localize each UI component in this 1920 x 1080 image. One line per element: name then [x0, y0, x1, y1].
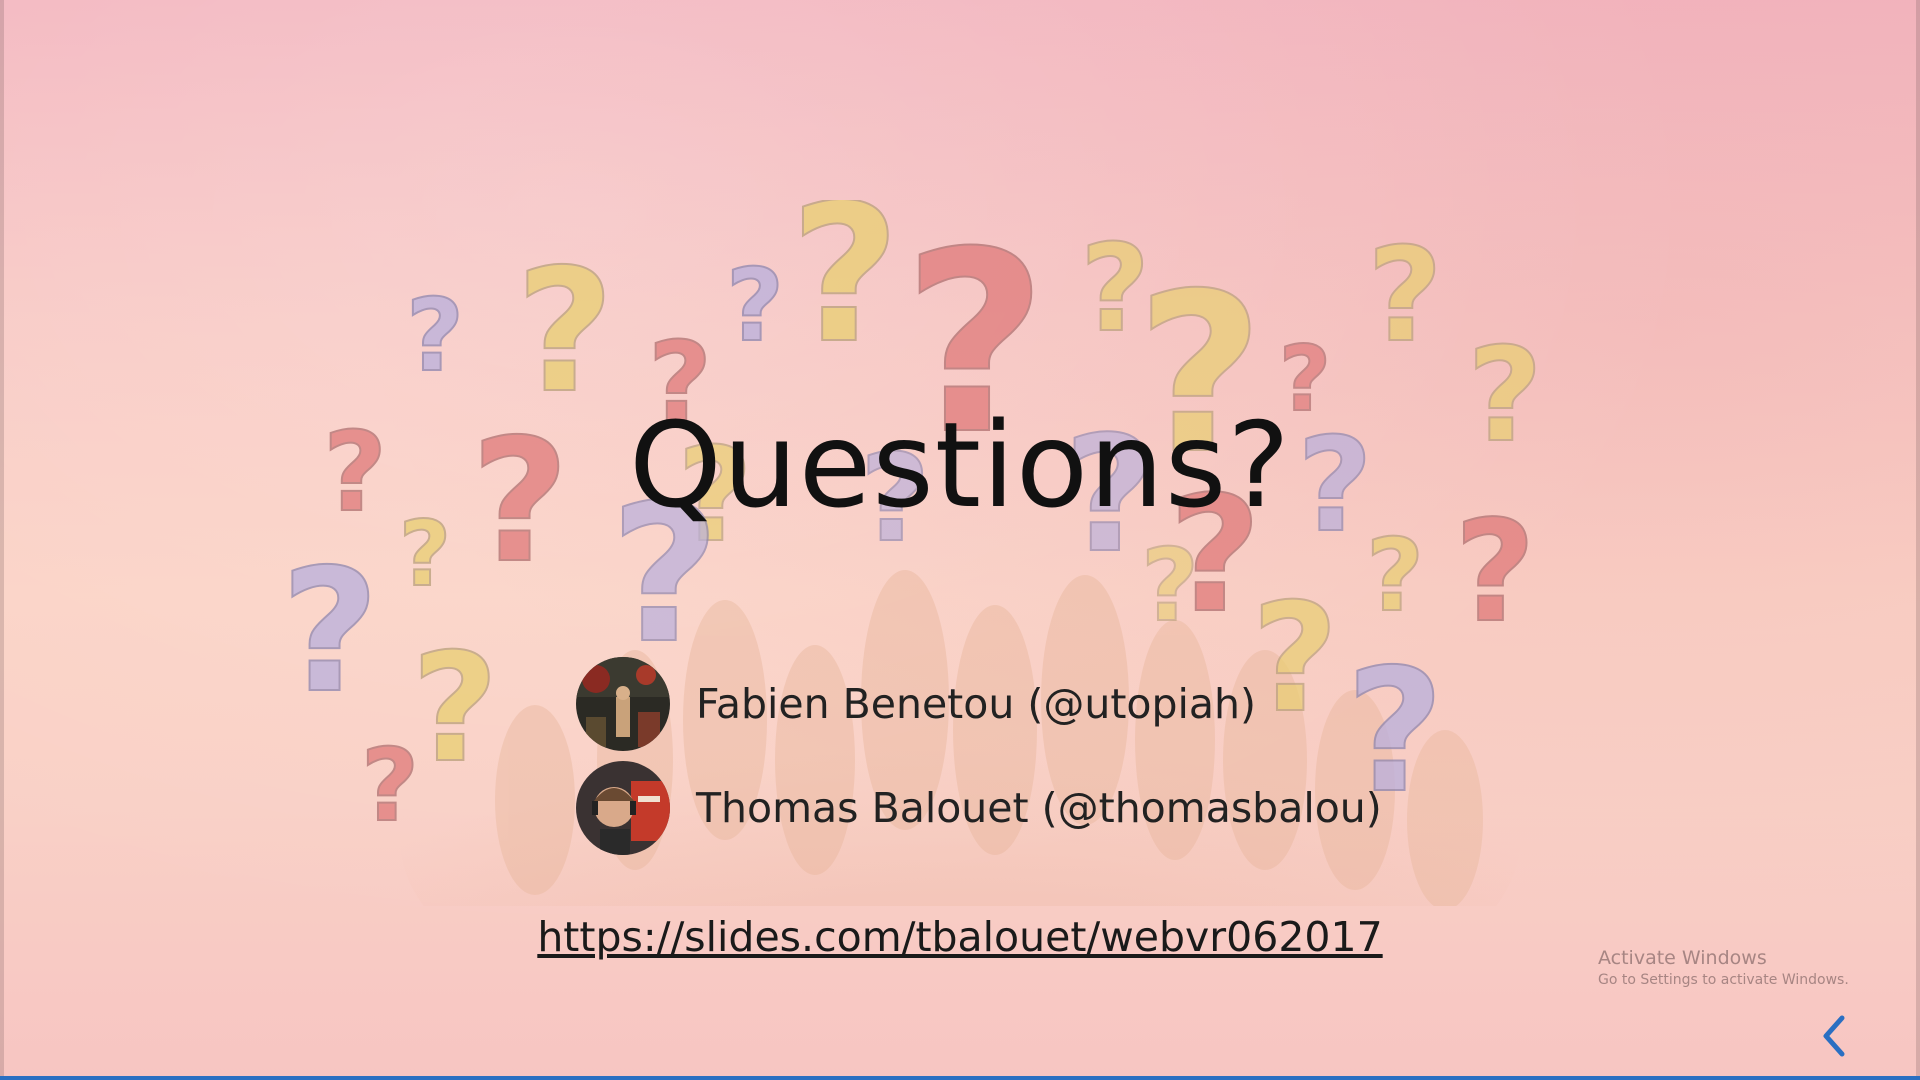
svg-text:?: ?: [1366, 517, 1424, 634]
speaker-row-thomas: Thomas Balouet (@thomasbalou): [576, 761, 1382, 855]
progress-bar: [0, 1076, 1920, 1080]
speaker-photo-thomas: [576, 761, 670, 855]
avatar: [576, 761, 670, 855]
svg-text:?: ?: [411, 622, 498, 796]
avatar: [576, 657, 670, 751]
svg-text:?: ?: [1141, 527, 1199, 644]
speaker-name-fabien: Fabien Benetou (@utopiah): [696, 680, 1257, 728]
previous-slide-button[interactable]: [1812, 1010, 1856, 1062]
svg-text:?: ?: [726, 247, 784, 364]
speaker-photo-fabien: [576, 657, 670, 751]
watermark-subtitle: Go to Settings to activate Windows.: [1598, 972, 1849, 988]
svg-text:?: ?: [281, 533, 380, 731]
slide-title: Questions?: [629, 396, 1291, 534]
svg-text:?: ?: [1367, 219, 1442, 371]
speaker-name-thomas: Thomas Balouet (@thomasbalou): [696, 784, 1382, 832]
svg-text:?: ?: [406, 277, 464, 394]
chevron-left-icon: [1823, 1015, 1845, 1057]
svg-text:?: ?: [790, 200, 900, 385]
watermark-title: Activate Windows: [1598, 947, 1767, 969]
svg-text:?: ?: [1251, 572, 1338, 746]
svg-text:?: ?: [361, 727, 419, 844]
activate-windows-watermark: Activate Windows Go to Settings to activ…: [1598, 946, 1849, 990]
speaker-row-fabien: Fabien Benetou (@utopiah): [576, 657, 1256, 751]
svg-text:?: ?: [1080, 220, 1150, 359]
